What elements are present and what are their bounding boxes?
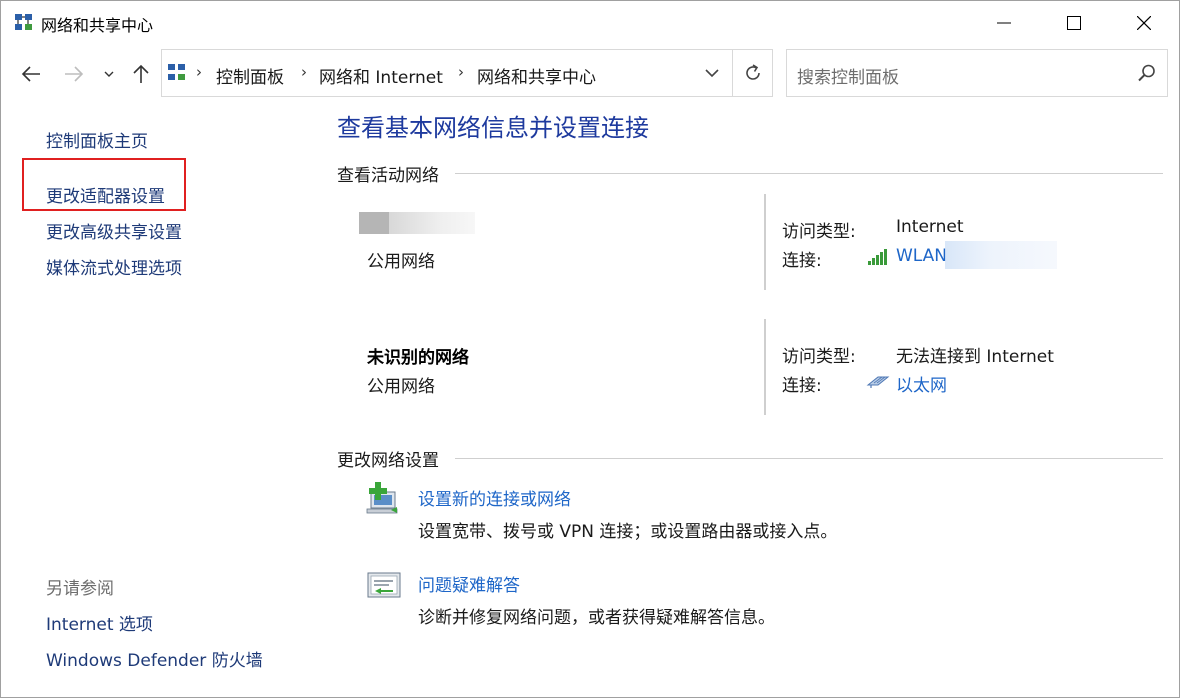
section-divider <box>455 173 1163 174</box>
network-2-name: 未识别的网络 <box>367 348 469 368</box>
troubleshoot-icon <box>365 569 405 605</box>
wifi-signal-icon <box>867 248 889 266</box>
network-2-access-label: 访问类型: <box>782 347 856 367</box>
breadcrumb-network-internet[interactable]: 网络和 Internet <box>319 63 443 88</box>
back-button[interactable] <box>16 61 46 87</box>
setup-new-connection-link[interactable]: 设置新的连接或网络 <box>418 485 571 510</box>
troubleshoot-desc: 诊断并修复网络问题，或者获得疑难解答信息。 <box>418 608 775 628</box>
network-2-access-value: 无法连接到 Internet <box>896 347 1054 367</box>
forward-arrow-icon <box>65 66 84 82</box>
network-1-access-value: Internet <box>896 217 964 237</box>
breadcrumb-separator: › <box>458 63 464 81</box>
maximize-icon <box>1067 16 1081 30</box>
control-panel-icon <box>166 62 188 84</box>
address-dropdown-button[interactable] <box>692 50 732 96</box>
see-also-title: 另请参阅 <box>46 579 114 599</box>
ethernet-icon <box>865 372 891 390</box>
redacted-network-name <box>389 212 475 234</box>
forward-button[interactable] <box>59 61 89 87</box>
refresh-button[interactable] <box>732 50 772 96</box>
chevron-down-icon <box>705 69 719 78</box>
window: 网络和共享中心 › 控制面板 › 网络和 Internet › 网络和共享中心 … <box>0 0 1180 698</box>
breadcrumb-network-center[interactable]: 网络和共享中心 <box>477 63 596 88</box>
sidebar-item-control-panel-home[interactable]: 控制面板主页 <box>46 127 148 152</box>
search-icon[interactable] <box>1137 63 1157 83</box>
page-title: 查看基本网络信息并设置连接 <box>337 114 649 142</box>
search-box[interactable]: 搜索控制面板 <box>786 49 1168 97</box>
setup-new-connection-desc: 设置宽带、拨号或 VPN 连接；或设置路由器或接入点。 <box>418 522 838 542</box>
breadcrumb-separator: › <box>196 63 202 81</box>
close-button[interactable] <box>1109 1 1179 45</box>
new-connection-icon <box>363 482 403 518</box>
redacted-ssid <box>945 241 1057 269</box>
close-icon <box>1137 16 1151 30</box>
change-settings-heading: 更改网络设置 <box>337 451 439 471</box>
recent-locations-button[interactable] <box>96 61 122 87</box>
sidebar-item-advanced-sharing-settings[interactable]: 更改高级共享设置 <box>46 218 182 243</box>
refresh-icon <box>745 64 760 80</box>
navigation-bar: › 控制面板 › 网络和 Internet › 网络和共享中心 搜索控制面板 <box>1 49 1179 99</box>
active-networks-heading: 查看活动网络 <box>337 166 439 186</box>
troubleshoot-link[interactable]: 问题疑难解答 <box>418 571 520 596</box>
network-center-icon <box>13 12 35 34</box>
redacted-network-name <box>359 212 389 234</box>
sidebar-item-change-adapter-settings[interactable]: 更改适配器设置 <box>46 182 165 207</box>
minimize-icon <box>997 22 1011 24</box>
minimize-button[interactable] <box>969 1 1039 45</box>
vertical-divider <box>764 319 766 415</box>
sidebar-item-internet-options[interactable]: Internet 选项 <box>46 610 153 635</box>
back-arrow-icon <box>21 66 40 82</box>
sidebar-item-media-streaming-options[interactable]: 媒体流式处理选项 <box>46 254 182 279</box>
network-2-category: 公用网络 <box>367 377 435 397</box>
section-divider <box>455 458 1163 459</box>
network-1-access-label: 访问类型: <box>782 222 856 242</box>
breadcrumb-control-panel[interactable]: 控制面板 <box>216 63 284 88</box>
up-button[interactable] <box>126 61 156 87</box>
breadcrumb-separator: › <box>301 63 307 81</box>
title-bar: 网络和共享中心 <box>1 1 1179 45</box>
maximize-button[interactable] <box>1039 1 1109 45</box>
network-2-connection-label: 连接: <box>782 376 822 396</box>
address-bar[interactable]: › 控制面板 › 网络和 Internet › 网络和共享中心 <box>161 49 773 97</box>
network-2-connection-link[interactable]: 以太网 <box>896 371 947 396</box>
vertical-divider <box>764 194 766 290</box>
window-title: 网络和共享中心 <box>41 16 154 35</box>
search-input[interactable]: 搜索控制面板 <box>797 63 899 88</box>
sidebar-item-firewall[interactable]: Windows Defender 防火墙 <box>46 646 263 671</box>
network-1-connection-link[interactable]: WLAN <box>896 246 947 266</box>
network-1-connection-label: 连接: <box>782 251 822 271</box>
up-arrow-icon <box>133 64 149 83</box>
network-1-category: 公用网络 <box>367 252 435 272</box>
chevron-down-icon <box>104 71 114 77</box>
